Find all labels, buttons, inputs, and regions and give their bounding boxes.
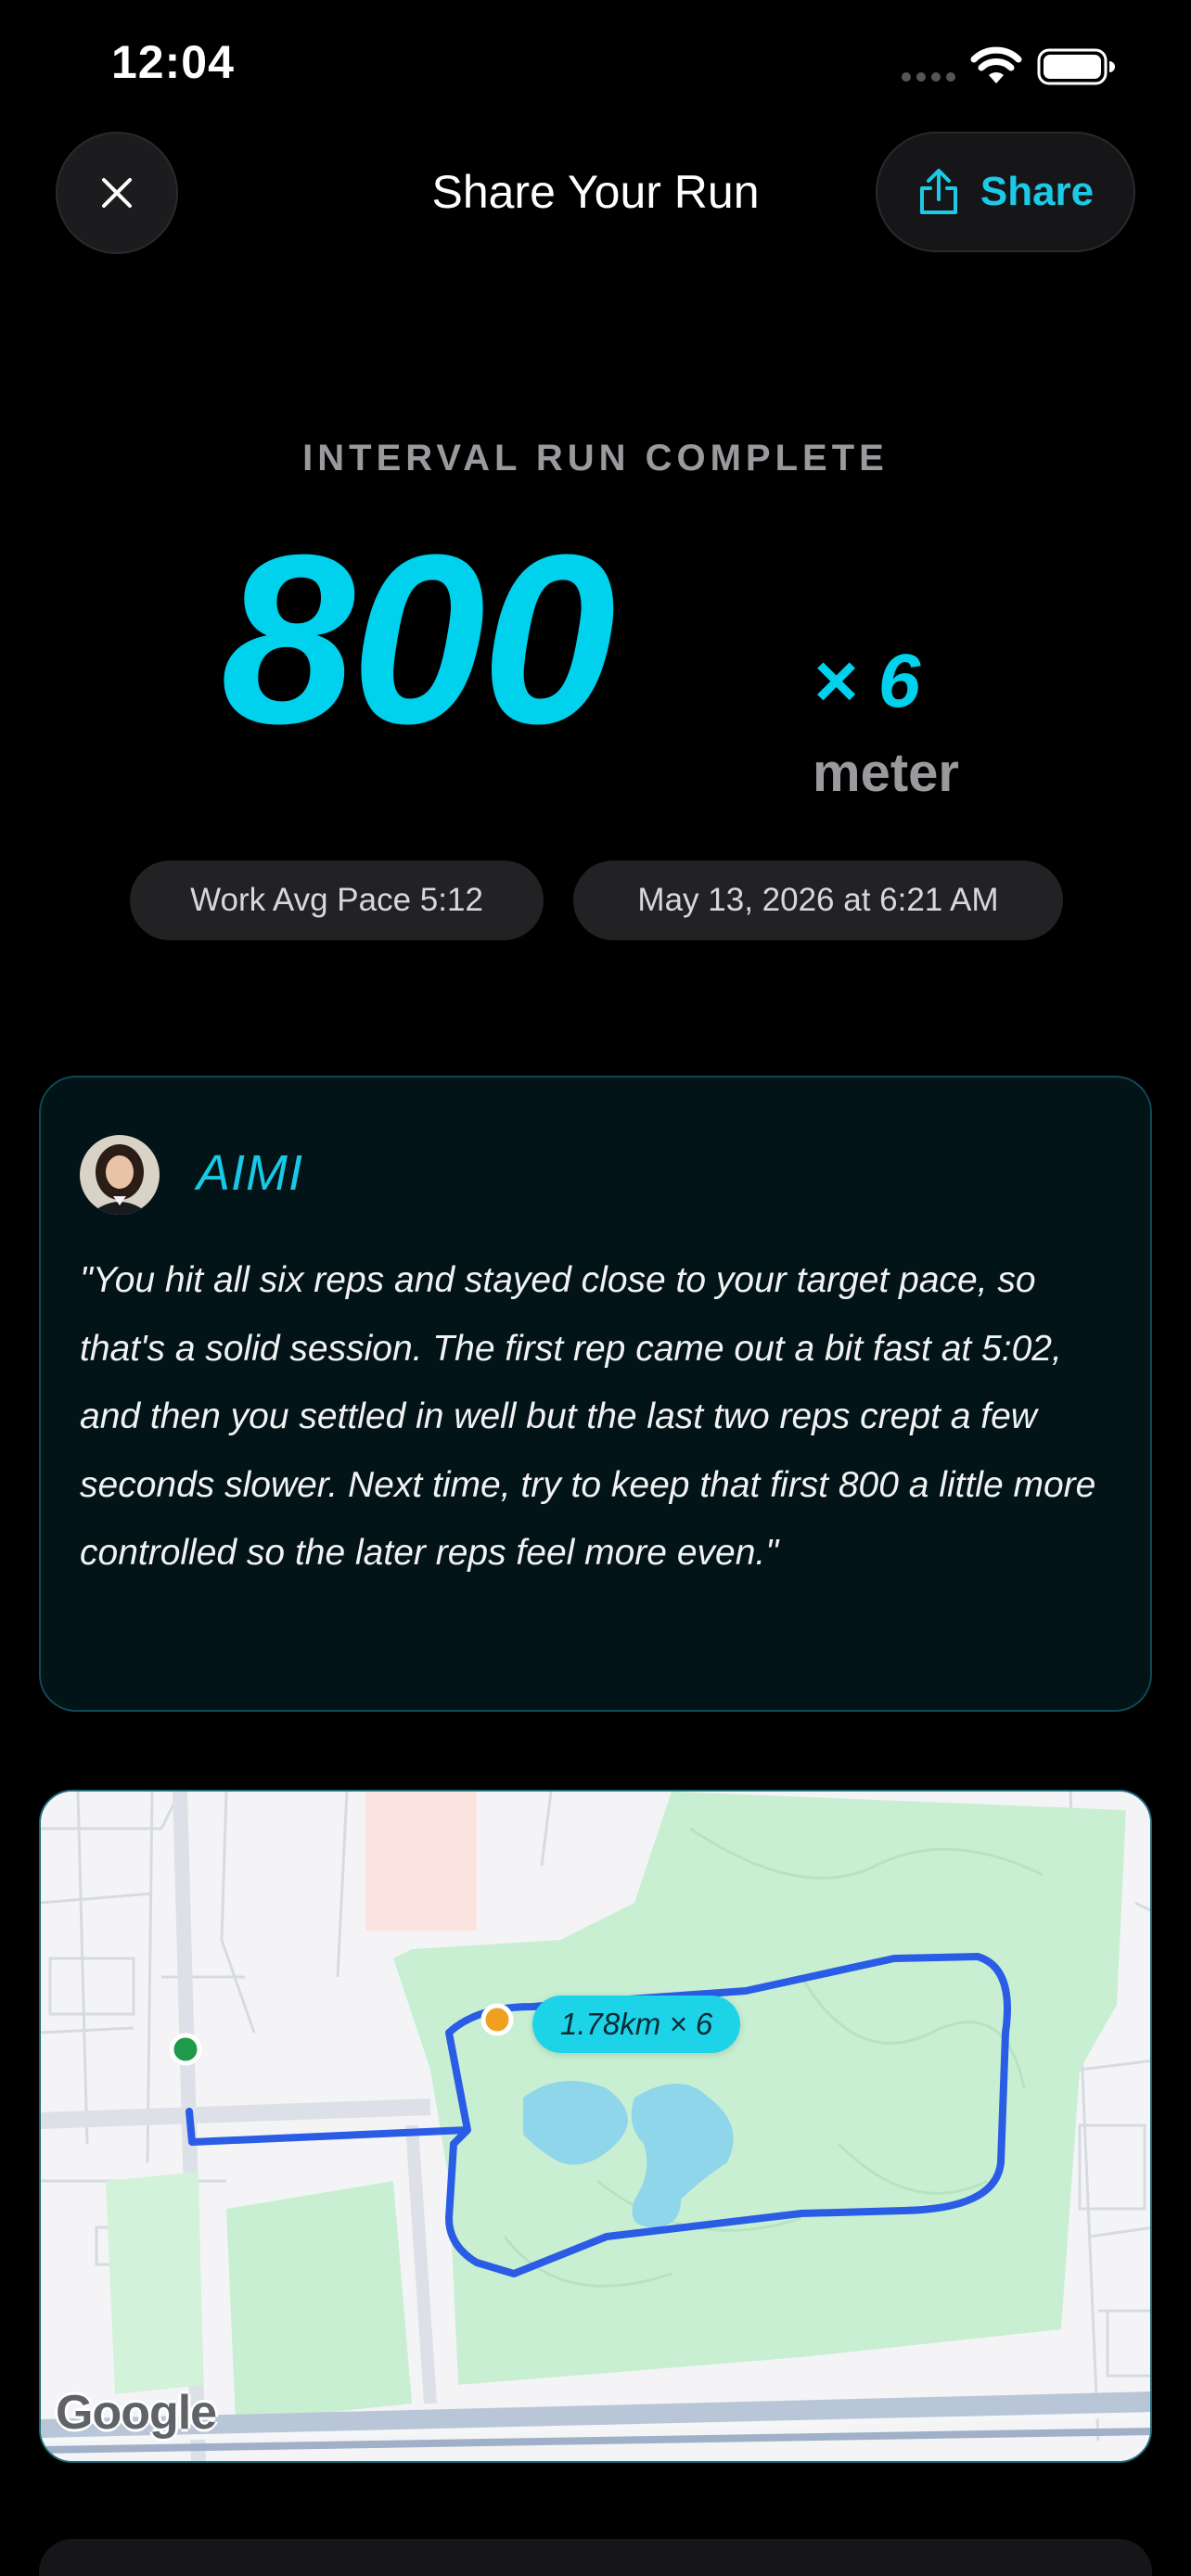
next-card: [39, 2539, 1152, 2576]
status-bar: 12:04: [0, 0, 1191, 139]
coach-name: AIMI: [197, 1145, 304, 1201]
start-marker: [169, 2033, 202, 2066]
battery-icon: [1037, 48, 1115, 85]
share-button[interactable]: Share: [876, 132, 1135, 252]
run-date-pill: May 13, 2026 at 6:21 AM: [573, 861, 1063, 940]
status-time: 12:04: [111, 36, 235, 88]
google-attribution: Google: [56, 2386, 217, 2440]
share-icon: [919, 169, 957, 214]
coach-avatar: [80, 1135, 160, 1215]
distance-unit: meter: [813, 743, 959, 803]
run-type-heading: INTERVAL RUN COMPLETE: [302, 438, 889, 478]
route-map[interactable]: 1.78km × 6 Google: [39, 1790, 1152, 2463]
map-canvas: [41, 1792, 1150, 2461]
share-label: Share: [980, 169, 1095, 214]
end-marker: [480, 2003, 514, 2036]
wifi-icon: [970, 46, 1022, 83]
avg-pace-pill: Work Avg Pace 5:12: [130, 861, 544, 940]
cellular-signal-icon: [902, 72, 955, 82]
interval-reps: × 6: [813, 639, 921, 723]
coach-feedback-card: AIMI "You hit all six reps and stayed cl…: [39, 1076, 1152, 1712]
coach-quote: "You hit all six reps and stayed close t…: [80, 1260, 1096, 1573]
route-distance-label: 1.78km × 6: [532, 1996, 741, 2053]
interval-distance: 800: [221, 505, 616, 774]
